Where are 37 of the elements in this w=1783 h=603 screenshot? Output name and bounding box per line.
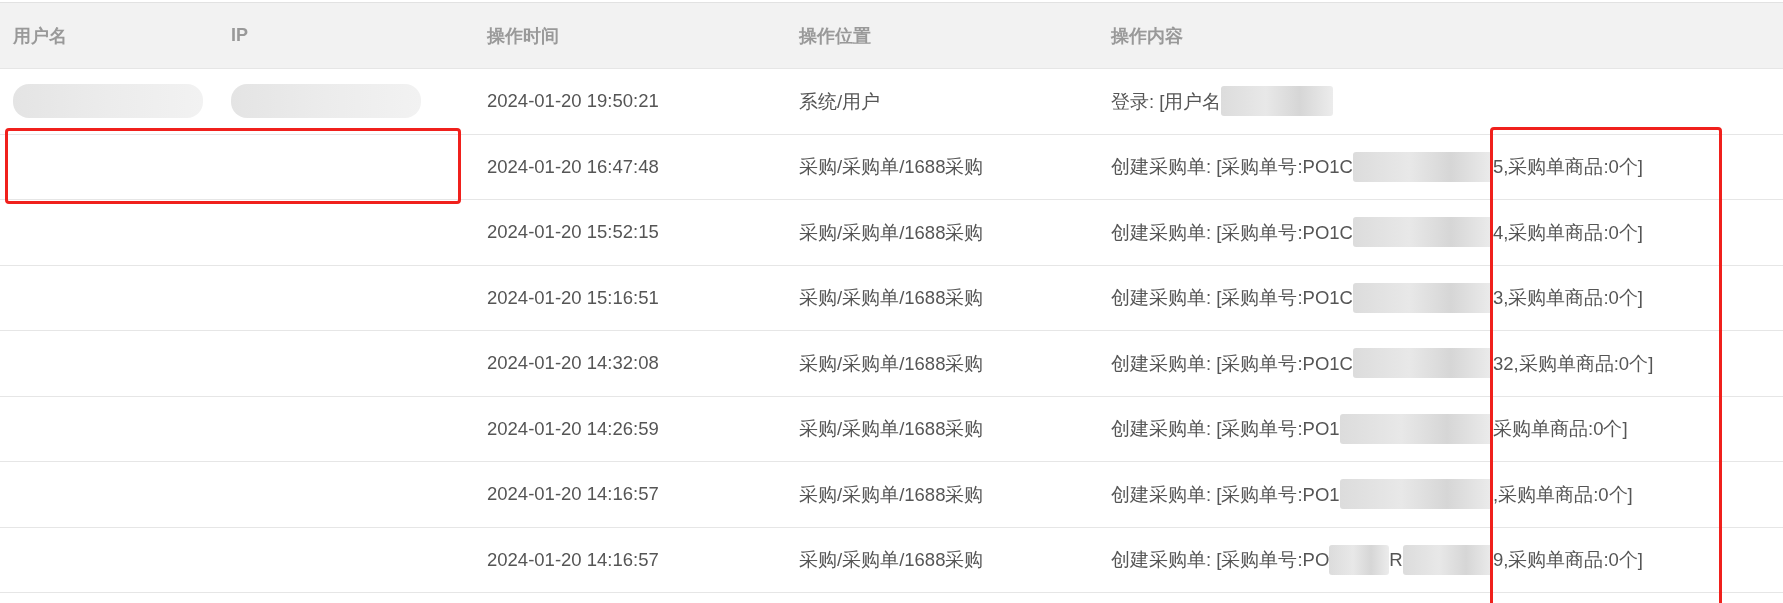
table-cell: 2024-01-20 14:26:59 — [474, 396, 786, 462]
table-cell: 采购/采购单/1688采购 — [786, 265, 1098, 331]
table-cell-text: 9,采购单商品:0个] — [1493, 548, 1643, 573]
table-cell: 采购/采购单/1688采购 — [786, 134, 1098, 200]
table-cell: 采购/采购单/1688采购 — [786, 200, 1098, 266]
table-cell-text: 4,采购单商品:0个] — [1493, 220, 1643, 245]
table-cell: 2024-01-20 16:47:48 — [474, 134, 786, 200]
table-cell-text: 创建采购单: [采购单号:PO — [1111, 548, 1330, 573]
table-cell-text: 采购单商品:0个] — [1493, 417, 1628, 442]
table-cell-text: 创建采购单: [采购单号:PO1 — [1111, 482, 1340, 507]
table-cell: 2024-01-20 14:16:57 — [474, 527, 786, 593]
table-cell-text: 创建采购单: [采购单号:PO1 — [1111, 417, 1340, 442]
table-cell: 采购/采购单/1688采购 — [786, 331, 1098, 397]
column-header[interactable]: IP — [218, 3, 474, 69]
table-cell: 系统/用户 — [786, 69, 1098, 135]
column-header[interactable]: 操作内容 — [1098, 3, 1783, 69]
column-header[interactable]: 操作位置 — [786, 3, 1098, 69]
table-cell: 采购/采购单/1688采购 — [786, 396, 1098, 462]
table-cell: 2024-01-20 14:32:08 — [474, 331, 786, 397]
table-cell-text: 创建采购单: [采购单号:PO1C — [1111, 286, 1353, 311]
table-cell-text: 登录: [用户名 — [1111, 89, 1222, 114]
table-cell: 采购/采购单/1688采购 — [786, 462, 1098, 528]
column-header[interactable]: 操作时间 — [474, 3, 786, 69]
table-cell: 2024-01-20 14:16:57 — [474, 462, 786, 528]
table-cell: 采购/采购单/1688采购 — [786, 527, 1098, 593]
table-cell-text: 5,采购单商品:0个] — [1493, 155, 1643, 180]
table-cell-text: 创建采购单: [采购单号:PO1C — [1111, 351, 1353, 376]
table-cell-text: 创建采购单: [采购单号:PO1C — [1111, 220, 1353, 245]
table-cell-text: 32,采购单商品:0个] — [1493, 351, 1654, 376]
table-cell: 2024-01-20 15:52:15 — [474, 200, 786, 266]
table-cell-text: ,采购单商品:0个] — [1493, 482, 1633, 507]
table-cell-text: 3,采购单商品:0个] — [1493, 286, 1643, 311]
table-cell: 2024-01-20 19:50:21 — [474, 69, 786, 135]
table-cell-text: 创建采购单: [采购单号:PO1C — [1111, 155, 1353, 180]
column-header[interactable]: 用户名 — [0, 3, 218, 69]
table-cell-text: R — [1389, 548, 1403, 571]
table-cell: 2024-01-20 15:16:51 — [474, 265, 786, 331]
